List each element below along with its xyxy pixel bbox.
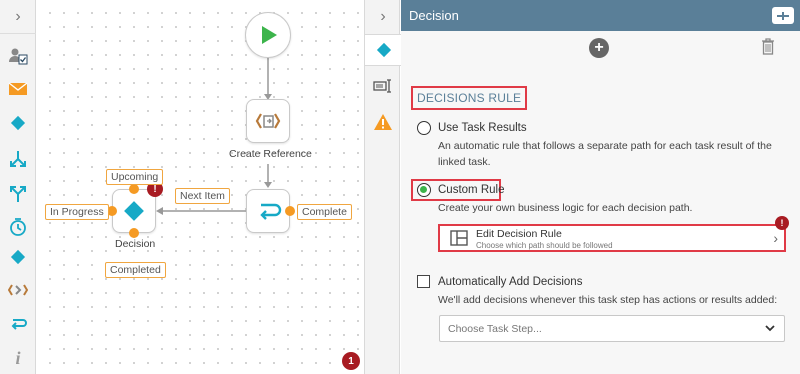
decision-diamond-icon [376, 42, 391, 58]
panel-menu-button[interactable] [772, 7, 794, 24]
custom-rule-label[interactable]: Custom Rule [438, 184, 504, 196]
custom-rule-description: Create your own business logic for each … [438, 202, 693, 214]
add-pane-icon [777, 11, 789, 20]
merge-icon[interactable] [4, 180, 32, 208]
create-reference-node[interactable] [246, 99, 290, 143]
in-progress-connector-label[interactable]: In Progress [45, 204, 109, 220]
decision-label: Decision [115, 238, 156, 250]
email-icon[interactable] [4, 75, 32, 103]
use-task-results-label[interactable]: Use Task Results [438, 122, 527, 134]
use-task-results-radio[interactable] [417, 121, 431, 135]
rule-layout-icon [450, 230, 468, 246]
notification-count-badge[interactable]: 1 [342, 352, 360, 370]
use-task-results-description: An automatic rule that follows a separat… [438, 140, 772, 168]
auto-add-decisions-checkbox[interactable] [417, 275, 430, 288]
loop-icon [260, 203, 282, 220]
panel-header: Decision [401, 0, 800, 31]
tab-text-properties[interactable] [365, 70, 401, 102]
decision-diamond-icon[interactable] [4, 109, 32, 137]
assign-user-icon[interactable] [4, 42, 32, 70]
info-icon[interactable]: i [4, 344, 32, 372]
completed-connector-label[interactable]: Completed [105, 262, 166, 278]
start-node[interactable] [245, 12, 291, 58]
add-icon[interactable]: + [589, 38, 609, 58]
chevron-down-icon [764, 322, 776, 337]
play-icon [262, 26, 277, 44]
expand-rail-chevron-icon[interactable]: › [0, 0, 36, 34]
reference-icon[interactable] [4, 276, 32, 304]
tab-decision-properties[interactable] [365, 34, 402, 66]
create-reference-label: Create Reference [229, 148, 312, 160]
split-icon[interactable] [4, 145, 32, 173]
reference-icon [255, 113, 281, 129]
edit-decision-rule-subtitle: Choose which path should be followed [476, 241, 613, 250]
edit-rule-error-badge[interactable]: ! [775, 216, 789, 230]
next-item-connector-label[interactable]: Next Item [175, 188, 230, 204]
custom-rule-radio[interactable] [417, 183, 431, 197]
loop-node[interactable] [246, 189, 290, 233]
loop-icon[interactable] [4, 311, 32, 339]
decision-properties-panel: Decision + DECISIONS RULE Use Task Resul… [401, 0, 800, 374]
collapse-panel-chevron-icon[interactable]: › [365, 0, 401, 34]
connector-lines [156, 56, 272, 215]
complete-connector-label[interactable]: Complete [297, 204, 352, 220]
tool-rail: › i [0, 0, 36, 374]
properties-tab-bar: › [364, 0, 402, 374]
decision-node[interactable] [112, 189, 156, 233]
edit-decision-rule-title: Edit Decision Rule [476, 228, 562, 240]
upcoming-connector-label[interactable]: Upcoming [106, 169, 164, 185]
warning-icon [374, 114, 392, 130]
decision-diamond-icon [124, 201, 144, 221]
chevron-right-icon: › [773, 230, 778, 246]
auto-add-decisions-description: We'll add decisions whenever this task s… [438, 294, 778, 306]
panel-title: Decision [409, 8, 459, 23]
timer-icon[interactable] [4, 213, 32, 241]
decision-bottom-handle[interactable] [129, 228, 139, 238]
auto-add-decisions-label[interactable]: Automatically Add Decisions [438, 276, 582, 288]
task-step-select-placeholder: Choose Task Step... [448, 323, 542, 335]
loop-complete-handle[interactable] [285, 206, 295, 216]
workflow-canvas[interactable]: Create Reference Complete Next Item ! De… [37, 0, 363, 374]
decisions-rule-heading: DECISIONS RULE [411, 86, 528, 110]
edit-decision-rule-button[interactable]: Edit Decision Rule Choose which path sho… [438, 224, 786, 252]
decision-diamond-2-icon[interactable] [4, 243, 32, 271]
text-field-icon [373, 79, 391, 93]
tab-warnings[interactable] [365, 106, 401, 138]
decision-top-handle[interactable] [129, 184, 139, 194]
task-step-select[interactable]: Choose Task Step... [439, 315, 785, 342]
delete-trash-icon[interactable] [761, 38, 775, 58]
